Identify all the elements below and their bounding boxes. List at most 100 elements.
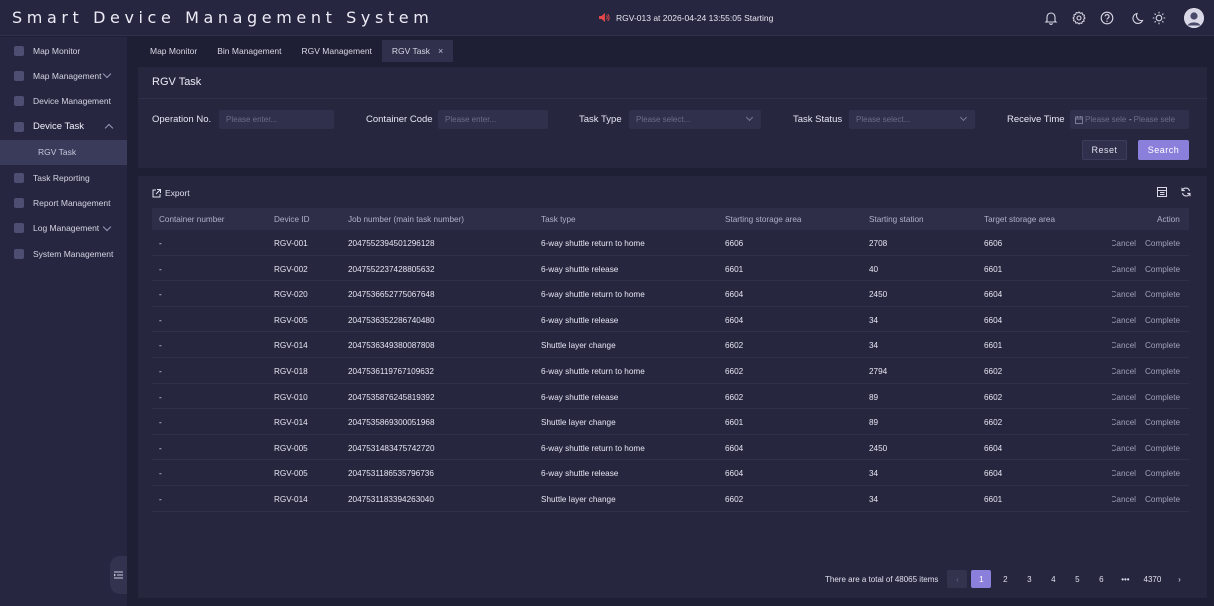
moon-icon[interactable] xyxy=(1132,11,1146,25)
table-cell: 34 xyxy=(869,494,879,504)
page-button[interactable]: 1 xyxy=(971,570,992,588)
complete-button[interactable]: Complete xyxy=(1145,316,1180,325)
log-icon xyxy=(14,223,24,234)
chevron-down-icon xyxy=(745,113,754,122)
page-button[interactable]: 4370 xyxy=(1139,570,1165,588)
cancel-button[interactable]: Cancel xyxy=(1112,239,1136,248)
sidebar-item-task-reporting[interactable]: Task Reporting xyxy=(0,165,127,190)
complete-button[interactable]: Complete xyxy=(1145,418,1180,427)
table-cell: 6602 xyxy=(984,392,1003,402)
sidebar-item-map-management[interactable]: Map Management xyxy=(0,63,127,88)
cancel-button[interactable]: Cancel xyxy=(1112,495,1136,504)
complete-button[interactable]: Complete xyxy=(1145,341,1180,350)
cancel-button[interactable]: Cancel xyxy=(1112,469,1136,478)
sun-icon[interactable] xyxy=(1152,11,1166,25)
page-button[interactable]: 4 xyxy=(1043,570,1063,588)
column-settings-icon[interactable] xyxy=(1157,187,1167,197)
table-cell: 6602 xyxy=(984,366,1003,376)
search-button[interactable]: Search xyxy=(1138,140,1189,160)
cancel-button[interactable]: Cancel xyxy=(1112,316,1136,325)
task-table: Container number Device ID Job number (m… xyxy=(152,208,1189,512)
page-button[interactable]: 2 xyxy=(995,570,1015,588)
table-cell: RGV-005 xyxy=(274,443,308,453)
task-type-select[interactable]: Please select... xyxy=(629,110,761,129)
page-button[interactable]: 3 xyxy=(1019,570,1039,588)
tab-map-monitor[interactable]: Map Monitor xyxy=(140,40,207,62)
sidebar-item-label: Task Reporting xyxy=(33,172,90,183)
table-cell: Shuttle layer change xyxy=(541,494,616,504)
cancel-button[interactable]: Cancel xyxy=(1112,341,1136,350)
table-cell: 2047535869300051968 xyxy=(348,418,435,428)
export-label: Export xyxy=(165,188,190,198)
table-body: - RGV-001 2047552394501296128 6-way shuttle… xyxy=(152,230,1189,512)
table-cell: 6-way shuttle return to home xyxy=(541,290,645,300)
table-cell: - xyxy=(159,341,162,351)
table-cell: 6602 xyxy=(725,494,744,504)
complete-button[interactable]: Complete xyxy=(1145,393,1180,402)
table-cell: - xyxy=(159,264,162,274)
reset-button[interactable]: Reset xyxy=(1082,140,1127,160)
menu-collapse-icon xyxy=(114,571,123,579)
sidebar-collapse-button[interactable] xyxy=(110,556,127,594)
sidebar: Map Monitor Map Management Device Manage… xyxy=(0,37,127,606)
sidebar-item-system-management[interactable]: System Management xyxy=(0,241,127,266)
tab-label: Bin Management xyxy=(217,46,282,56)
export-button[interactable]: Export xyxy=(152,188,190,198)
sidebar-item-label: Device Task xyxy=(33,121,85,133)
complete-button[interactable]: Complete xyxy=(1145,444,1180,453)
table-row: - RGV-014 2047531183394263040 Shuttle layer… xyxy=(152,486,1189,512)
alarm-notice[interactable]: RGV-013 at 2026-04-24 13:55:05 Starting xyxy=(598,12,773,23)
table-row: - RGV-001 2047552394501296128 6-way shuttle… xyxy=(152,230,1189,256)
prev-page-button[interactable]: ‹ xyxy=(947,570,968,588)
page-button[interactable]: 5 xyxy=(1067,570,1087,588)
close-icon[interactable]: × xyxy=(438,46,443,56)
complete-button[interactable]: Complete xyxy=(1145,239,1180,248)
cancel-button[interactable]: Cancel xyxy=(1112,367,1136,376)
sidebar-item-map-monitor[interactable]: Map Monitor xyxy=(0,38,127,63)
gear-icon[interactable] xyxy=(1070,9,1088,27)
task-status-select[interactable]: Please select... xyxy=(849,110,975,129)
complete-button[interactable]: Complete xyxy=(1145,290,1180,299)
table-cell: 6604 xyxy=(984,443,1003,453)
complete-button[interactable]: Complete xyxy=(1145,469,1180,478)
cancel-button[interactable]: Cancel xyxy=(1112,418,1136,427)
table-cell: 2047536119767109632 xyxy=(348,366,434,376)
complete-button[interactable]: Complete xyxy=(1145,265,1180,274)
table-cell: 6601 xyxy=(725,418,744,428)
sidebar-item-rgv-task[interactable]: RGV Task xyxy=(0,139,127,165)
page-button[interactable]: 6 xyxy=(1091,570,1111,588)
container-code-input[interactable] xyxy=(438,110,548,129)
table-cell: 6601 xyxy=(725,264,744,274)
table-cell: 2708 xyxy=(869,239,888,248)
more-pages-button[interactable]: ••• xyxy=(1115,570,1135,588)
tab-rgv-management[interactable]: RGV Management xyxy=(292,40,382,62)
sidebar-item-device-task[interactable]: Device Task xyxy=(0,114,127,139)
select-placeholder: Please select... xyxy=(856,115,911,124)
avatar[interactable] xyxy=(1184,8,1204,28)
bell-icon[interactable] xyxy=(1042,9,1060,27)
operation-no-input[interactable] xyxy=(219,110,334,129)
cancel-button[interactable]: Cancel xyxy=(1112,393,1136,402)
column-header: Starting station xyxy=(869,215,924,224)
cancel-button[interactable]: Cancel xyxy=(1112,265,1136,274)
sidebar-item-log-management[interactable]: Log Management xyxy=(0,216,127,241)
top-bar: Smart Device Management System RGV-013 a… xyxy=(0,0,1214,36)
refresh-icon[interactable] xyxy=(1181,187,1191,197)
sidebar-item-report-management[interactable]: Report Management xyxy=(0,190,127,215)
sidebar-item-device-management[interactable]: Device Management xyxy=(0,89,127,114)
receive-time-range-picker[interactable]: Please sele - Please sele xyxy=(1070,110,1189,129)
help-icon[interactable] xyxy=(1098,9,1116,27)
tab-rgv-task[interactable]: RGV Task × xyxy=(381,40,454,62)
table-cell: 40 xyxy=(869,264,879,274)
tab-bin-management[interactable]: Bin Management xyxy=(207,40,291,62)
complete-button[interactable]: Complete xyxy=(1145,495,1180,504)
cancel-button[interactable]: Cancel xyxy=(1112,290,1136,299)
complete-button[interactable]: Complete xyxy=(1145,367,1180,376)
task-icon xyxy=(14,121,24,132)
next-page-button[interactable]: › xyxy=(1169,570,1189,588)
table-cell: 6-way shuttle return to home xyxy=(541,366,645,376)
theme-toggle[interactable] xyxy=(1132,11,1166,25)
column-header: Container number xyxy=(159,215,225,224)
cancel-button[interactable]: Cancel xyxy=(1112,444,1136,453)
export-icon xyxy=(152,188,161,197)
